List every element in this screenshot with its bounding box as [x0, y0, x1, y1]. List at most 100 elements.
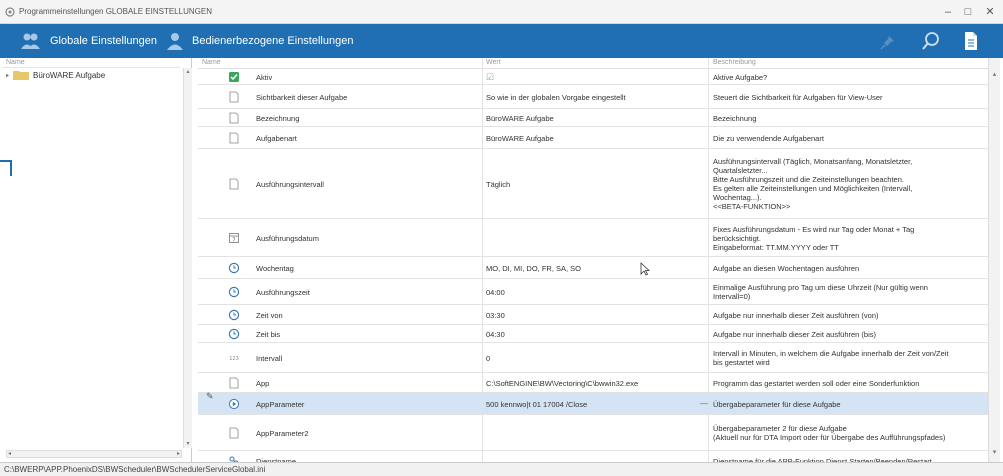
property-row[interactable]: Zeit bis 04:30 Aufgabe nur innerhalb diese… — [198, 325, 988, 343]
property-value[interactable]: 04:30 — [486, 330, 708, 339]
property-row[interactable]: Sichtbarkeit dieser Aufgabe So wie in der… — [198, 85, 988, 109]
user-settings-label: Bedienerbezogene Einstellungen — [192, 35, 354, 47]
property-description: Programm das gestartet werden soll oder … — [713, 379, 920, 388]
property-description: Intervall in Minuten, in welchem die Auf… — [713, 349, 949, 367]
property-row[interactable]: Ausführungszeit 04:00 Einmalige Ausführung… — [198, 279, 988, 305]
property-value[interactable]: So wie in der globalen Vorgabe eingestel… — [486, 93, 708, 102]
tree-header-name: Name — [2, 58, 180, 68]
document-icon — [229, 132, 239, 144]
property-description: Bezeichnung — [713, 114, 757, 123]
property-row[interactable]: Dienstname Dienstname für die APP-Funktio… — [198, 451, 988, 462]
property-name: Aktiv — [256, 73, 273, 82]
property-description: Aufgabe nur innerhalb dieser Zeit ausfüh… — [713, 330, 877, 339]
maximize-button[interactable]: □ — [958, 4, 978, 20]
svg-text:123: 123 — [229, 356, 239, 362]
property-description: Aufgabe nur innerhalb dieser Zeit ausfüh… — [713, 311, 879, 320]
property-description: Aktive Aufgabe? — [713, 73, 768, 82]
column-header-value[interactable]: Wert — [486, 58, 501, 68]
clock-icon — [228, 309, 240, 321]
property-name: Ausführungsdatum — [256, 234, 319, 243]
user-settings-button[interactable]: Bedienerbezogene Einstellungen — [166, 28, 353, 54]
property-name: Zeit bis — [256, 330, 281, 339]
property-name: Sichtbarkeit dieser Aufgabe — [256, 93, 348, 102]
folder-icon — [13, 71, 30, 80]
document-icon — [229, 377, 239, 389]
scroll-right-arrow-icon[interactable]: ▸ — [177, 451, 180, 458]
property-row[interactable]: Aktiv ☑ Aktive Aufgabe? — [198, 69, 988, 85]
property-name: AppParameter2 — [256, 429, 309, 438]
statusbar: C:\BWERP\APP.PhoenixDS\BWScheduler\BWSch… — [0, 462, 1003, 476]
property-value[interactable]: BüroWARE Aufgabe — [486, 114, 708, 123]
background-window-edge-left — [0, 160, 12, 176]
calendar-icon: 7 — [229, 233, 239, 244]
column-header-name[interactable]: Name — [202, 58, 221, 68]
clock-icon — [228, 286, 240, 298]
tree-vertical-scrollbar[interactable]: ▴ ▾ — [183, 68, 192, 448]
number-icon: 123 — [229, 356, 239, 362]
property-row[interactable]: App C:\SoftENGINE\BW\Vectoring\C\bwwin32.… — [198, 373, 988, 393]
mouse-cursor-icon — [640, 262, 650, 276]
checkbox-icon — [229, 72, 239, 82]
property-row[interactable]: Bezeichnung BüroWARE Aufgabe Bezeichnung — [198, 109, 988, 127]
global-settings-button[interactable]: Globale Einstellungen — [20, 28, 157, 54]
document-icon — [229, 91, 239, 103]
property-value[interactable]: 0 — [486, 354, 708, 363]
link-icon — [229, 456, 239, 462]
tree-item-bueroware[interactable]: ▸ BüroWARE Aufgabe — [6, 68, 105, 82]
pin-icon[interactable] — [878, 30, 900, 52]
document-icon — [229, 178, 239, 190]
scroll-up-arrow-icon[interactable]: ▴ — [184, 68, 192, 76]
play-circle-icon — [228, 398, 240, 410]
property-value[interactable]: C:\SoftENGINE\BW\Vectoring\C\bwwin32.exe — [486, 379, 708, 388]
property-name: Wochentag — [256, 264, 294, 273]
tree-horizontal-scrollbar[interactable]: ◂ ▸ — [6, 450, 182, 458]
property-value[interactable]: 500 kennwo|t 01 17004 /Close — [486, 400, 708, 409]
property-description: Ausführungsintervall (Täglich, Monatsanf… — [713, 157, 913, 211]
property-description: Steuert die Sichtbarkeit für Aufgaben fü… — [713, 93, 883, 102]
dropdown-indicator-icon[interactable]: — — [700, 399, 708, 408]
scroll-up-arrow-icon[interactable]: ▴ — [989, 70, 1000, 78]
property-description: Übergabeparameter für diese Aufgabe — [713, 400, 841, 409]
property-name: AppParameter — [256, 400, 305, 409]
tree-item-label: BüroWARE Aufgabe — [33, 70, 106, 80]
property-name: Ausführungsintervall — [256, 180, 324, 189]
property-value[interactable]: 03:30 — [486, 311, 708, 320]
property-row[interactable]: 123 Intervall 0 Intervall in Minuten, in we… — [198, 343, 988, 373]
column-header-description[interactable]: Beschreibung — [713, 58, 756, 68]
property-description: Übergabeparameter 2 für diese Aufgabe (A… — [713, 424, 946, 442]
user-icon — [167, 33, 183, 50]
global-settings-label: Globale Einstellungen — [50, 35, 158, 47]
task-tree-panel: Name ▸ BüroWARE Aufgabe ▴ ▾ ◂ ▸ — [2, 58, 192, 462]
document-icon[interactable] — [960, 30, 982, 52]
property-row[interactable]: 7 Ausführungsdatum Fixes Ausführungsdatum … — [198, 219, 988, 257]
property-row[interactable]: Ausführungsintervall Täglich Ausführungsin… — [198, 149, 988, 219]
property-name: Bezeichnung — [256, 114, 300, 123]
property-description: Aufgabe an diesen Wochentagen ausführen — [713, 264, 860, 273]
property-value[interactable]: 04:00 — [486, 288, 708, 297]
scroll-down-arrow-icon[interactable]: ▾ — [989, 448, 1000, 456]
property-value[interactable]: ☑ — [486, 73, 708, 82]
scroll-down-arrow-icon[interactable]: ▾ — [184, 440, 192, 448]
property-value[interactable]: Täglich — [486, 180, 708, 189]
property-row[interactable]: Wochentag MO, DI, MI, DO, FR, SA, SO Aufga… — [198, 257, 988, 279]
close-button[interactable]: ✕ — [980, 4, 1000, 20]
property-name: App — [256, 379, 270, 388]
minimize-button[interactable]: – — [938, 4, 958, 20]
property-row[interactable]: AppParameter2 Übergabeparameter 2 für die… — [198, 415, 988, 451]
search-icon[interactable] — [920, 30, 942, 52]
expand-arrow-icon[interactable]: ▸ — [6, 72, 9, 79]
document-icon — [229, 427, 239, 439]
clock-icon — [228, 328, 240, 340]
property-row[interactable]: Aufgabenart BüroWARE Aufgabe Die zu verwen… — [198, 127, 988, 149]
property-row[interactable]: AppParameter 500 kennwo|t 01 17004 /Close… — [198, 393, 988, 415]
property-value[interactable]: BüroWARE Aufgabe — [486, 134, 708, 143]
property-row[interactable]: Zeit von 03:30 Aufgabe nur innerhalb diese… — [198, 305, 988, 325]
property-name: Intervall — [256, 354, 283, 363]
property-description: Die zu verwendende Aufgabenart — [713, 134, 824, 143]
scroll-left-arrow-icon[interactable]: ◂ — [8, 451, 11, 458]
grid-vertical-scrollbar[interactable]: ▴ ▾ — [988, 58, 1000, 462]
config-file-path: C:\BWERP\APP.PhoenixDS\BWScheduler\BWSch… — [4, 465, 266, 474]
property-value[interactable]: MO, DI, MI, DO, FR, SA, SO — [486, 264, 708, 273]
property-name: Aufgabenart — [256, 134, 297, 143]
window-title: Programmeinstellungen GLOBALE EINSTELLUN… — [19, 7, 212, 16]
